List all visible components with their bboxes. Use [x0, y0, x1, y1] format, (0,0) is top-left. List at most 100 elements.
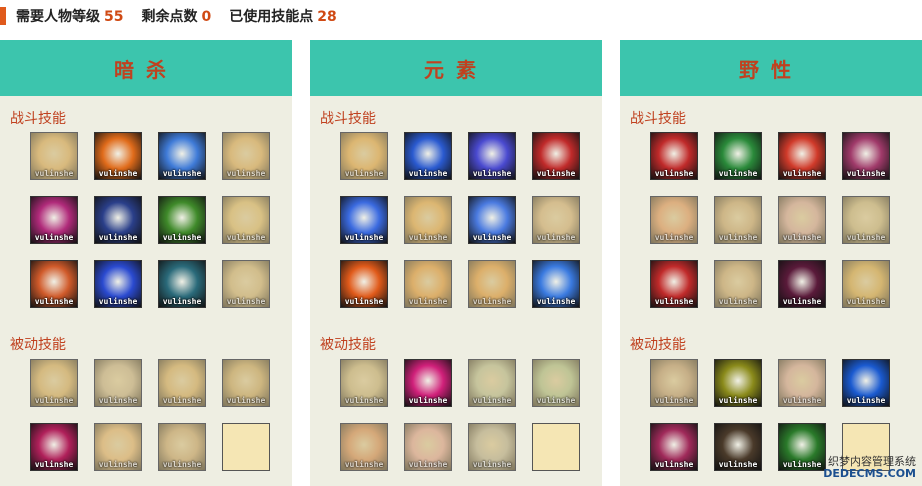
- passive-skill-slot[interactable]: vulinshe: [714, 359, 762, 407]
- combat-skills-label: 战斗技能: [10, 111, 66, 127]
- combat-skill-slot[interactable]: vulinshe: [30, 196, 78, 244]
- passive-skill-slot[interactable]: [222, 423, 270, 471]
- icon-watermark: vulinshe: [654, 169, 694, 178]
- skill-tree-assassination: 暗杀 战斗技能 vulinshe vulinshe vulinshe vulinshe…: [0, 40, 292, 486]
- icon-watermark: vulinshe: [226, 297, 266, 306]
- passive-skill-slot[interactable]: vulinshe: [94, 423, 142, 471]
- watermark-line-2: DEDECMS.COM: [823, 467, 916, 480]
- icon-watermark: vulinshe: [226, 233, 266, 242]
- combat-skill-slot[interactable]: vulinshe: [842, 260, 890, 308]
- passive-skill-slot[interactable]: vulinshe: [158, 359, 206, 407]
- passive-skill-slot[interactable]: vulinshe: [778, 359, 826, 407]
- combat-skill-slot[interactable]: vulinshe: [714, 260, 762, 308]
- icon-watermark: vulinshe: [98, 396, 138, 405]
- passive-skill-slot[interactable]: vulinshe: [714, 423, 762, 471]
- combat-skill-slot[interactable]: vulinshe: [404, 196, 452, 244]
- icon-watermark: vulinshe: [782, 460, 822, 469]
- combat-skill-slot[interactable]: vulinshe: [94, 132, 142, 180]
- icon-watermark: vulinshe: [846, 169, 886, 178]
- combat-skill-slot[interactable]: vulinshe: [404, 132, 452, 180]
- combat-skill-slot[interactable]: vulinshe: [650, 132, 698, 180]
- passive-skill-slot[interactable]: vulinshe: [650, 359, 698, 407]
- icon-watermark: vulinshe: [408, 297, 448, 306]
- passive-skill-slot[interactable]: vulinshe: [468, 359, 516, 407]
- combat-skill-slot[interactable]: vulinshe: [94, 196, 142, 244]
- passive-skill-slot[interactable]: vulinshe: [340, 423, 388, 471]
- combat-skill-slot[interactable]: vulinshe: [468, 196, 516, 244]
- required-level-value: 55: [104, 9, 124, 25]
- passive-skill-slot[interactable]: vulinshe: [778, 423, 826, 471]
- passive-skills-label: 被动技能: [320, 337, 376, 353]
- icon-watermark: vulinshe: [846, 233, 886, 242]
- skill-tree-feral: 野性 战斗技能 vulinshe vulinshe vulinshe vulinshe…: [620, 40, 922, 486]
- combat-skill-slot[interactable]: vulinshe: [340, 260, 388, 308]
- required-level-stat: 需要人物等级 55: [16, 6, 123, 26]
- combat-skill-slot[interactable]: vulinshe: [532, 260, 580, 308]
- passive-skill-slot[interactable]: vulinshe: [94, 359, 142, 407]
- icon-watermark: vulinshe: [782, 396, 822, 405]
- icon-watermark: vulinshe: [472, 396, 512, 405]
- remaining-points-label: 剩余点数: [141, 9, 198, 25]
- icon-watermark: vulinshe: [718, 297, 758, 306]
- combat-skill-slot[interactable]: vulinshe: [532, 132, 580, 180]
- combat-skill-slot[interactable]: vulinshe: [778, 260, 826, 308]
- combat-skill-slot[interactable]: vulinshe: [778, 196, 826, 244]
- passive-skill-slot[interactable]: vulinshe: [842, 359, 890, 407]
- site-watermark: 织梦内容管理系统 DEDECMS.COM: [823, 456, 916, 480]
- combat-skill-slot[interactable]: vulinshe: [404, 260, 452, 308]
- remaining-points-value: 0: [201, 9, 212, 25]
- combat-skill-slot[interactable]: vulinshe: [468, 260, 516, 308]
- combat-skill-slot[interactable]: vulinshe: [340, 132, 388, 180]
- icon-watermark: vulinshe: [408, 233, 448, 242]
- combat-skill-slot[interactable]: vulinshe: [842, 196, 890, 244]
- combat-skills-label: 战斗技能: [630, 111, 686, 127]
- combat-skill-slot[interactable]: vulinshe: [468, 132, 516, 180]
- passive-skill-slot[interactable]: vulinshe: [404, 423, 452, 471]
- icon-watermark: vulinshe: [536, 233, 576, 242]
- icon-watermark: vulinshe: [344, 169, 384, 178]
- used-points-value: 28: [317, 9, 337, 25]
- icon-watermark: vulinshe: [34, 297, 74, 306]
- combat-skill-slot[interactable]: vulinshe: [222, 196, 270, 244]
- passive-skills-label: 被动技能: [630, 337, 686, 353]
- passive-skill-slot[interactable]: vulinshe: [30, 423, 78, 471]
- icon-watermark: vulinshe: [34, 233, 74, 242]
- icon-watermark: vulinshe: [344, 460, 384, 469]
- combat-skill-slot[interactable]: vulinshe: [222, 132, 270, 180]
- stats-header: 需要人物等级 55 剩余点数 0 已使用技能点 28: [0, 0, 922, 32]
- combat-skill-slot[interactable]: vulinshe: [158, 132, 206, 180]
- passive-skill-slot[interactable]: vulinshe: [404, 359, 452, 407]
- combat-skill-slot[interactable]: vulinshe: [650, 260, 698, 308]
- icon-watermark: vulinshe: [718, 233, 758, 242]
- combat-skill-slot[interactable]: vulinshe: [158, 196, 206, 244]
- passive-skill-slot[interactable]: vulinshe: [158, 423, 206, 471]
- icon-watermark: vulinshe: [344, 233, 384, 242]
- passive-skill-slot[interactable]: [532, 423, 580, 471]
- combat-skill-slot[interactable]: vulinshe: [532, 196, 580, 244]
- combat-skill-slot[interactable]: vulinshe: [158, 260, 206, 308]
- combat-skill-slot[interactable]: vulinshe: [222, 260, 270, 308]
- icon-watermark: vulinshe: [34, 169, 74, 178]
- combat-skill-slot[interactable]: vulinshe: [778, 132, 826, 180]
- combat-skill-slot[interactable]: vulinshe: [30, 260, 78, 308]
- icon-watermark: vulinshe: [472, 233, 512, 242]
- combat-skill-slot[interactable]: vulinshe: [714, 196, 762, 244]
- combat-skill-slot[interactable]: vulinshe: [94, 260, 142, 308]
- combat-skill-slot[interactable]: vulinshe: [842, 132, 890, 180]
- combat-skill-slot[interactable]: vulinshe: [714, 132, 762, 180]
- combat-skill-slot[interactable]: vulinshe: [30, 132, 78, 180]
- passive-skill-slot[interactable]: vulinshe: [532, 359, 580, 407]
- passive-skill-slot[interactable]: vulinshe: [468, 423, 516, 471]
- skill-tree-title: 元素: [310, 40, 602, 96]
- required-level-label: 需要人物等级: [16, 9, 100, 25]
- passive-skill-slot[interactable]: vulinshe: [222, 359, 270, 407]
- passive-skill-slot[interactable]: vulinshe: [30, 359, 78, 407]
- icon-watermark: vulinshe: [408, 169, 448, 178]
- icon-watermark: vulinshe: [782, 169, 822, 178]
- passive-skill-slot[interactable]: vulinshe: [340, 359, 388, 407]
- passive-skill-slot[interactable]: vulinshe: [650, 423, 698, 471]
- passive-skills-label: 被动技能: [10, 337, 66, 353]
- combat-skills-label: 战斗技能: [320, 111, 376, 127]
- combat-skill-slot[interactable]: vulinshe: [650, 196, 698, 244]
- combat-skill-slot[interactable]: vulinshe: [340, 196, 388, 244]
